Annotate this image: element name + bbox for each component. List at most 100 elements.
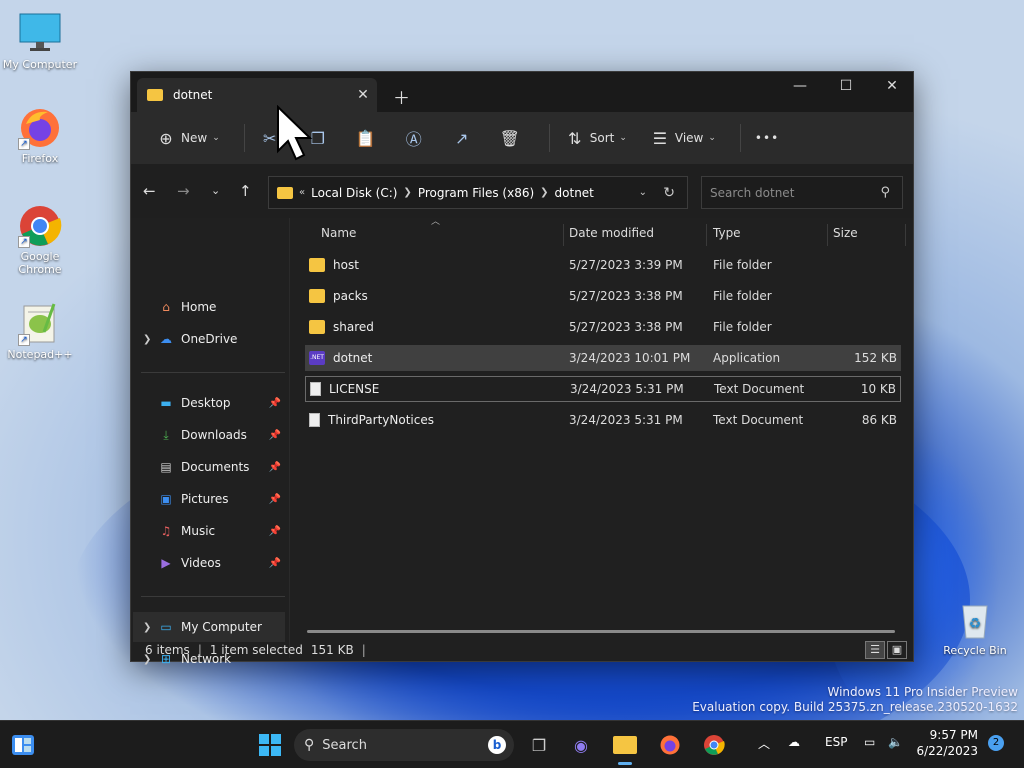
table-row[interactable]: shared 5/27/2023 3:38 PM File folder [305,314,901,340]
navigation-pane: ⌂ Home ❯ ☁ OneDrive ▬ Desktop 📌 ⤓ Downloa… [131,218,289,666]
search-input[interactable]: Search dotnet ⚲ [701,176,903,209]
share-button[interactable]: ↗ [445,121,479,155]
sidebar-item-downloads[interactable]: ⤓ Downloads 📌 [133,420,285,450]
address-dropdown-icon[interactable]: ⌄ [639,187,647,198]
taskbar-file-explorer[interactable] [610,731,640,765]
column-divider[interactable] [706,224,707,246]
paste-button[interactable]: 📋 [349,121,383,155]
sidebar-item-pictures[interactable]: ▣ Pictures 📌 [133,484,285,514]
details-view-icon[interactable]: ☰ [865,641,885,659]
sidebar-item-videos[interactable]: ▶ Videos 📌 [133,548,285,578]
view-button[interactable]: ☰ View ⌄ [643,120,722,156]
monitor-icon [18,12,62,56]
tab-title: dotnet [173,88,213,102]
address-row: ← → ⌄ ↑ « Local Disk (C:) ❯ Program File… [131,164,913,218]
command-bar: ⊕ New ⌄ ✂ ❐ 📋 Ⓐ ↗ 🗑 ⇅ Sort ⌄ ☰ View ⌄ ••… [131,112,913,164]
pin-icon: 📌 [268,557,281,569]
monitor-icon: ▭ [160,620,172,634]
column-header-name[interactable]: Name [321,218,356,248]
minimize-button[interactable]: — [777,78,823,94]
sidebar-item-label: Home [181,300,217,314]
view-label: View [674,131,704,145]
chevron-down-icon: ⌄ [619,133,627,143]
desktop-icon-label: Firefox [21,152,59,165]
desktop-icon-notepad-plus-plus[interactable]: ↗ Notepad++ [0,302,80,361]
desktop-icon-my-computer[interactable]: My Computer [0,12,80,71]
breadcrumb-overflow[interactable]: « [299,187,305,198]
column-divider[interactable] [827,224,828,246]
column-header-type[interactable]: Type [713,218,741,248]
see-more-button[interactable]: ••• [749,120,785,156]
up-arrow-icon[interactable]: ↑ [239,182,252,200]
sidebar-item-documents[interactable]: ▤ Documents 📌 [133,452,285,482]
clock-time: 9:57 PM [929,728,978,742]
sidebar-item-home[interactable]: ⌂ Home [133,292,285,322]
task-view-button[interactable]: ❐ [526,731,552,759]
taskbar-search[interactable]: ⚲ Search b [294,729,514,761]
close-window-button[interactable]: ✕ [869,78,915,94]
breadcrumb-dotnet[interactable]: dotnet [555,186,594,200]
expand-chevron-icon[interactable]: ❯ [143,622,157,633]
desktop-icon-recycle-bin[interactable]: ♻ Recycle Bin [935,598,1015,657]
delete-button[interactable]: 🗑 [493,121,527,155]
maximize-button[interactable]: ☐ [823,78,869,94]
table-row-focused[interactable]: LICENSE 3/24/2023 5:31 PM Text Document … [305,376,901,402]
mouse-cursor-icon [277,105,313,161]
sidebar-item-desktop[interactable]: ▬ Desktop 📌 [133,388,285,418]
taskbar-chrome[interactable] [700,731,728,759]
input-language[interactable]: ESP [825,735,847,749]
tray-overflow-chevron-icon[interactable]: ︿ [758,735,770,752]
horizontal-scrollbar[interactable] [307,630,895,633]
sidebar-item-music[interactable]: ♫ Music 📌 [133,516,285,546]
new-tab-button[interactable]: ＋ [393,84,410,109]
start-button[interactable] [256,731,284,759]
notification-badge[interactable]: 2 [988,735,1004,751]
address-bar[interactable]: « Local Disk (C:) ❯ Program Files (x86) … [268,176,688,209]
file-type: Text Document [713,413,804,427]
table-row-selected[interactable]: .NET dotnet 3/24/2023 10:01 PM Applicati… [305,345,901,371]
breadcrumb-local-disk[interactable]: Local Disk (C:) [311,186,397,200]
column-header-size[interactable]: Size [833,218,858,248]
sort-button[interactable]: ⇅ Sort ⌄ [558,120,633,156]
widgets-button[interactable] [10,731,36,759]
taskbar: ⚲ Search b ❐ ◉ ︿ ☁ ESP ▭ 🔈 9:57 PM 6/22/… [0,720,1024,768]
desktop-icon-google-chrome[interactable]: ↗ Google Chrome [0,204,80,276]
home-icon: ⌂ [162,300,170,314]
column-divider[interactable] [563,224,564,246]
teams-chat-button[interactable]: ◉ [568,731,594,759]
breadcrumb-program-files[interactable]: Program Files (x86) [418,186,534,200]
tab-dotnet[interactable]: dotnet ✕ [137,78,377,112]
folder-icon [277,186,293,199]
clock[interactable]: 9:57 PM 6/22/2023 [914,727,978,759]
forward-arrow-icon[interactable]: → [177,182,190,200]
pane-splitter[interactable] [289,218,290,658]
folder-icon [309,258,325,272]
new-button[interactable]: ⊕ New ⌄ [149,120,226,156]
taskbar-firefox[interactable] [656,731,684,759]
tiles-view-icon[interactable]: ▣ [887,641,907,659]
file-type: Text Document [714,382,805,396]
desktop-icon-firefox[interactable]: ↗ Firefox [0,106,80,165]
table-row[interactable]: packs 5/27/2023 3:38 PM File folder [305,283,901,309]
back-arrow-icon[interactable]: ← [143,182,156,200]
table-row[interactable]: host 5/27/2023 3:39 PM File folder [305,252,901,278]
onedrive-offline-icon[interactable]: ☁ [788,735,800,749]
dotnet-app-icon: .NET [309,351,325,365]
recent-locations-chevron-icon[interactable]: ⌄ [211,184,220,197]
expand-chevron-icon[interactable]: ❯ [143,334,157,345]
status-separator: | [361,643,366,657]
desktop-icon-label: Google Chrome [18,250,62,276]
column-header-date[interactable]: Date modified [569,218,654,248]
share-icon: ↗ [455,128,469,148]
column-divider[interactable] [905,224,906,246]
volume-icon[interactable]: 🔈 [888,735,903,749]
chrome-icon: ↗ [18,204,62,248]
file-list: ︿ Name Date modified Type Size host 5/27… [303,217,907,638]
tab-close-icon[interactable]: ✕ [349,87,377,103]
refresh-icon[interactable]: ↻ [663,185,675,201]
table-row[interactable]: ThirdPartyNotices 3/24/2023 5:31 PM Text… [305,407,901,433]
sidebar-item-onedrive[interactable]: ❯ ☁ OneDrive [133,324,285,354]
network-icon[interactable]: ▭ [864,735,875,749]
rename-button[interactable]: Ⓐ [397,121,431,155]
sort-label: Sort [589,131,615,145]
